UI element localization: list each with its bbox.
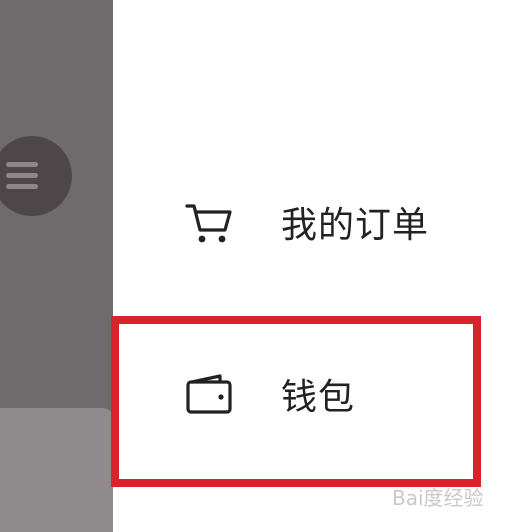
- drawer-item-label: 我的订单: [281, 205, 430, 246]
- background-card: [0, 408, 113, 532]
- screen: 我的订单 钱包 Bai度经验: [0, 0, 515, 532]
- menu-bar: [6, 162, 38, 167]
- menu-bar: [6, 184, 38, 189]
- hamburger-menu-icon[interactable]: [0, 136, 72, 216]
- menu-bar: [6, 173, 38, 178]
- drawer-item-my-orders[interactable]: 我的订单: [113, 174, 513, 270]
- dimmed-background-app[interactable]: [0, 0, 113, 532]
- watermark: Bai度经验: [392, 486, 484, 510]
- red-highlight-frame: [111, 316, 481, 487]
- shopping-cart-icon: [185, 204, 232, 243]
